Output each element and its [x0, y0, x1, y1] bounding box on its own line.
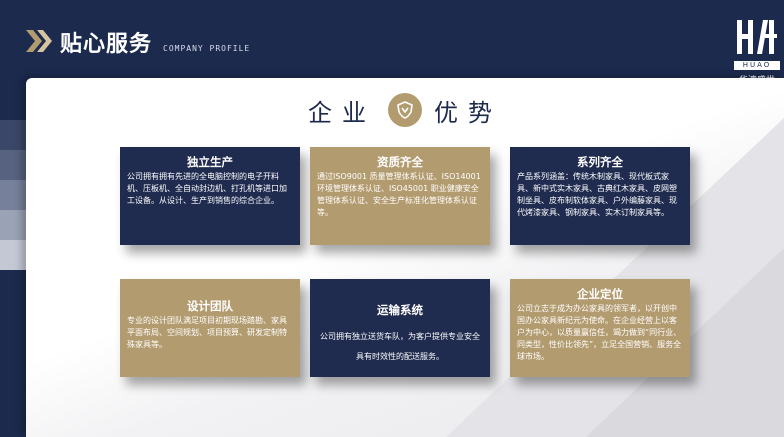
card-title: 运输系统 — [377, 303, 423, 317]
panel-diagonal-decoration — [446, 118, 784, 437]
page-subtitle: COMPANY PROFILE — [163, 44, 251, 53]
company-logo: HUAO 华澳盛世 — [734, 18, 780, 86]
heading-left-text: 企业 — [308, 98, 376, 127]
card-design-team: 设计团队 专业的设计团队满足项目初期现场踏勘、家具平面布局、空间规划、项目预算、… — [120, 279, 300, 377]
card-title: 系列齐全 — [577, 155, 623, 169]
shield-icon — [397, 101, 413, 119]
section-heading: 企业 优势 — [26, 90, 784, 130]
card-body: 通过ISO9001 质量管理体系认证、ISO14001 环境管理体系认证、ISO… — [317, 172, 481, 217]
card-title: 资质齐全 — [377, 155, 423, 169]
card-title: 设计团队 — [187, 299, 233, 313]
card-body: 公司拥有拥有先进的全电脑控制的电子开料机、压板机、全自动封边机、打孔机等进口加工… — [127, 172, 287, 205]
card-qualifications: 资质齐全 通过ISO9001 质量管理体系认证、ISO14001 环境管理体系认… — [310, 147, 490, 245]
card-product-series: 系列齐全 产品系列涵盖：传统木制家具、现代板式家具、新中式实木家具、古典红木家具… — [510, 147, 690, 245]
card-body: 公司立志于成为办公家具的领军者，以开创中国办公家具新纪元为使命。在企业经营上以客… — [517, 304, 682, 361]
card-title: 独立生产 — [187, 155, 233, 169]
card-title: 企业定位 — [577, 287, 623, 301]
heading-badge — [388, 93, 422, 127]
card-body: 公司拥有独立送货车队，为客户提供专业安全具有时效性的配送服务。 — [320, 332, 480, 361]
card-body: 专业的设计团队满足项目初期现场踏勘、家具平面布局、空间规划、项目预算、研发定制特… — [127, 316, 287, 349]
card-independent-production: 独立生产 公司拥有拥有先进的全电脑控制的电子开料机、压板机、全自动封边机、打孔机… — [120, 147, 300, 245]
page-title: 贴心服务 — [60, 32, 153, 57]
double-chevron-icon — [26, 30, 52, 52]
card-transport-system: 运输系统 公司拥有独立送货车队，为客户提供专业安全具有时效性的配送服务。 — [310, 279, 490, 377]
card-body: 产品系列涵盖：传统木制家具、现代板式家具、新中式实木家具、古典红木家具、皮网塑制… — [517, 172, 677, 217]
heading-right-text: 优势 — [434, 98, 502, 127]
logo-en-text: HUAO — [734, 61, 780, 70]
content-panel: 企业 优势 独立生产 公司拥有拥有先进的全电脑控制的电子开料机、压板机、全自动封… — [26, 78, 784, 437]
logo-mark-icon — [737, 20, 777, 54]
card-enterprise-positioning: 企业定位 公司立志于成为办公家具的领军者，以开创中国办公家具新纪元为使命。在企业… — [510, 279, 690, 377]
